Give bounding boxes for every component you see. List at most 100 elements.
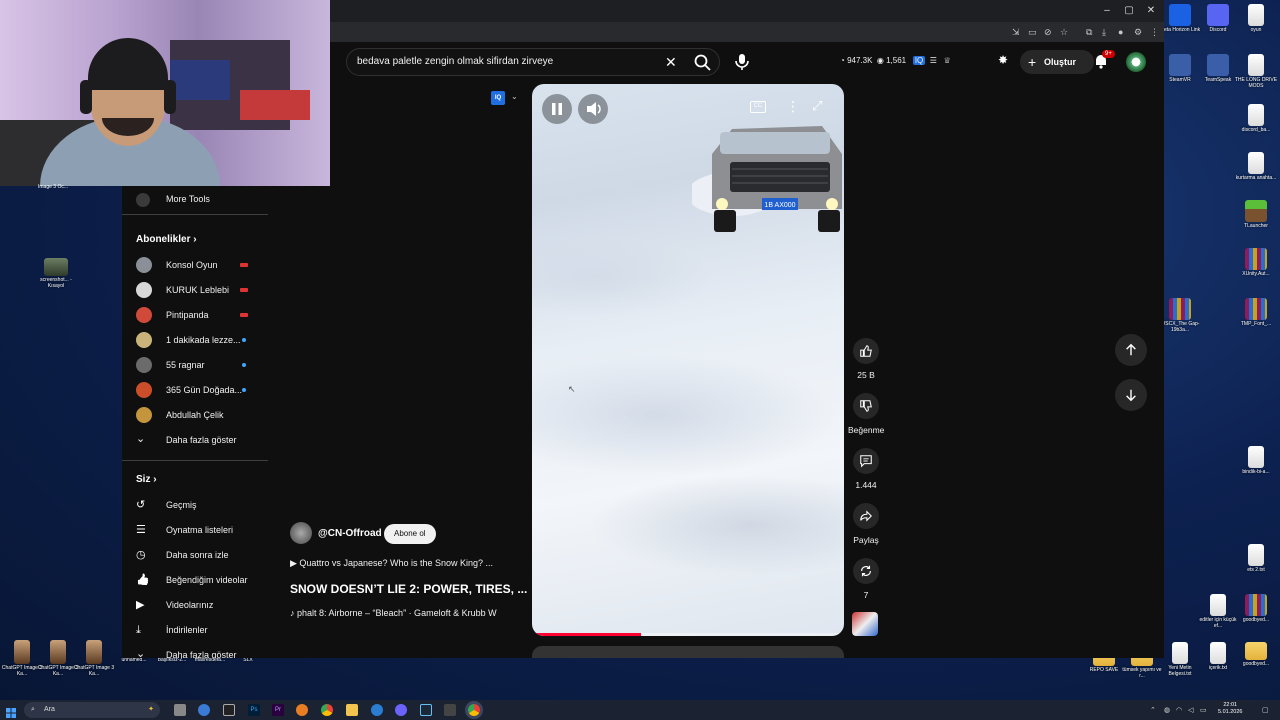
desktop-icon[interactable]: TLauncher xyxy=(1234,200,1278,230)
desktop-icon[interactable]: XUnity.Aut... xyxy=(1234,248,1278,278)
desktop-icon[interactable]: ets 2.txt xyxy=(1234,544,1278,574)
tray-chevron-icon[interactable]: ⌃ xyxy=(1150,706,1156,714)
app-icon[interactable] xyxy=(444,704,456,716)
share-button[interactable] xyxy=(853,503,879,529)
volume-button[interactable] xyxy=(578,94,608,124)
sidebar-item-watch-later[interactable]: ◷ Daha sonra izle xyxy=(136,544,266,566)
firefox-icon[interactable] xyxy=(296,704,308,716)
create-button[interactable]: + Oluştur xyxy=(1020,50,1094,74)
dislike-action[interactable]: Beğenme xyxy=(848,393,884,435)
desktop-icon[interactable]: bindik-bi-a... xyxy=(1234,446,1278,476)
settings-icon[interactable]: ⚙ xyxy=(1134,27,1142,37)
sidebar-item-download[interactable]: ⤓ İndirilenler xyxy=(136,619,266,641)
photoshop-icon[interactable]: Ps xyxy=(248,704,260,716)
remix-button[interactable] xyxy=(853,558,879,584)
desktop-icon[interactable]: kurtarma anahta... xyxy=(1234,152,1278,182)
captions-icon[interactable]: CC xyxy=(750,101,766,113)
search-input[interactable]: bedava paletle zengin olmak sifirdan zir… xyxy=(357,56,553,67)
previous-short-button[interactable] xyxy=(1115,334,1147,366)
channel-name[interactable]: @CN-Offroad xyxy=(318,528,382,539)
subscribe-button[interactable]: Abone ol xyxy=(384,524,436,544)
extension-icon[interactable]: ⇲ xyxy=(1012,27,1020,37)
desktop-icon[interactable]: ChatGPT Image 3 Ka... xyxy=(72,640,116,678)
sidebar-channel-item[interactable]: Konsol Oyun xyxy=(136,254,266,276)
like-action[interactable]: 25 B xyxy=(848,338,884,380)
channel-avatar[interactable] xyxy=(290,522,312,544)
more-options-icon[interactable]: ⋮ xyxy=(786,98,800,114)
you-header[interactable]: Siz › xyxy=(136,474,157,485)
fullscreen-icon[interactable]: ⤢ xyxy=(812,98,822,114)
sidebar-channel-item[interactable]: 1 dakikada lezze... xyxy=(136,329,266,351)
next-short-button[interactable] xyxy=(1115,379,1147,411)
file-explorer-icon[interactable] xyxy=(346,704,358,716)
search-box[interactable]: bedava paletle zengin olmak sifirdan zir… xyxy=(346,48,720,76)
sidebar-item-history[interactable]: ↺ Geçmiş xyxy=(136,494,266,516)
chrome-active-icon[interactable] xyxy=(468,704,480,716)
mic-icon[interactable] xyxy=(730,50,754,74)
battery-icon[interactable]: ▭ xyxy=(1200,706,1207,714)
sidebar-channel-item[interactable]: 365 Gün Doğada... xyxy=(136,379,266,401)
chrome-icon[interactable] xyxy=(321,704,333,716)
minimize-button[interactable]: – xyxy=(1096,4,1118,18)
subscriptions-header[interactable]: Abonelikler › xyxy=(136,234,197,245)
sidebar-item-your-videos[interactable]: ▶ Videolarınız xyxy=(136,594,266,616)
app-icon[interactable] xyxy=(371,704,383,716)
related-video-link[interactable]: ▶ Quattro vs Japanese? Who is the Snow K… xyxy=(290,558,493,569)
tray-app-icon[interactable]: ◍ xyxy=(1164,706,1170,714)
desktop-icon[interactable]: THE LONG DRIVE MODS xyxy=(1234,54,1278,90)
desktop-icon[interactable]: goodbyed... xyxy=(1234,594,1278,624)
shorts-video-player[interactable]: 1B AX000 CC ⋮ ⤢ ↖ xyxy=(532,84,844,636)
sidebar-item-playlists[interactable]: ☰ Oynatma listeleri xyxy=(136,519,266,541)
ai-spark-icon[interactable]: ✸ xyxy=(998,54,1008,66)
edge-icon[interactable] xyxy=(198,704,210,716)
video-title[interactable]: SNOW DOESN’T LIE 2: POWER, TIRES, ... xyxy=(290,582,527,596)
notifications-icon[interactable]: ▢ xyxy=(1262,706,1269,714)
sidebar-channel-item[interactable]: 55 ragnar xyxy=(136,354,266,376)
profile-icon[interactable]: ● xyxy=(1118,27,1123,37)
app-icon[interactable] xyxy=(395,704,407,716)
pause-button[interactable] xyxy=(542,94,572,124)
desktop-icon[interactable]: WSCX_The Gap-19b3a... xyxy=(1158,298,1202,334)
show-more-button-2[interactable]: ⌄ Daha fazla göster xyxy=(136,644,266,658)
steam-icon[interactable] xyxy=(420,704,432,716)
iq-badge-icon[interactable]: IQ xyxy=(491,91,505,105)
cast-icon[interactable]: ▭ xyxy=(1028,27,1037,37)
menu-dots-icon[interactable]: ⋮ xyxy=(1150,27,1159,37)
task-view-icon[interactable] xyxy=(174,704,186,716)
maximize-button[interactable]: ▢ xyxy=(1118,4,1140,18)
chevron-down-icon[interactable]: ⌄ xyxy=(511,92,518,101)
comments-action[interactable]: 1.444 xyxy=(848,448,884,490)
sidebar-channel-item[interactable]: KURUK Leblebi xyxy=(136,279,266,301)
start-icon[interactable] xyxy=(6,705,16,718)
sidebar-channel-item[interactable]: Pintipanda xyxy=(136,304,266,326)
clock[interactable]: 22:01 5.01.2026 xyxy=(1218,702,1242,716)
comments-button[interactable] xyxy=(853,448,879,474)
bookmark-star-icon[interactable]: ☆ xyxy=(1060,27,1068,37)
search-icon[interactable] xyxy=(693,53,713,73)
desktop-icon[interactable]: discord_ba... xyxy=(1234,104,1278,134)
remix-action[interactable]: 7 xyxy=(848,558,884,600)
dislike-button[interactable] xyxy=(853,393,879,419)
sidebar-item-like[interactable]: 👍 Beğendiğim videolar xyxy=(136,569,266,591)
next-short-preview[interactable] xyxy=(532,646,844,658)
eye-off-icon[interactable]: ⊘ xyxy=(1044,27,1052,37)
desktop-icon[interactable]: TMP_Font_... xyxy=(1234,298,1278,328)
desktop-icon[interactable]: screenshot... - Kısayol xyxy=(34,258,78,290)
taskbar-search[interactable]: ⌕ Ara ✦ xyxy=(24,702,160,718)
sidebar-item-more-tools[interactable]: More Tools xyxy=(136,188,266,210)
sidebar-channel-item[interactable]: Abdullah Çelik xyxy=(136,404,266,426)
downloads-icon[interactable]: ⤓ xyxy=(1102,27,1106,37)
extensions-puzzle-icon[interactable]: ⧉ xyxy=(1086,27,1092,37)
music-label[interactable]: ♪ phalt 8: Airborne – “Bleach” · Gamelof… xyxy=(290,608,524,618)
iq-icon[interactable]: IQ xyxy=(912,56,926,65)
share-action[interactable]: Paylaş xyxy=(848,503,884,545)
close-window-button[interactable]: ✕ xyxy=(1140,4,1162,18)
show-more-button[interactable]: ⌄ Daha fazla göster xyxy=(136,429,266,451)
like-button[interactable] xyxy=(853,338,879,364)
volume-icon[interactable]: ◁ xyxy=(1188,706,1193,714)
account-avatar[interactable] xyxy=(1126,52,1146,72)
list-icon[interactable]: ☰ xyxy=(930,56,937,65)
desktop-icon[interactable]: oyun xyxy=(1234,4,1278,34)
clear-search-icon[interactable]: ✕ xyxy=(665,53,677,71)
wifi-icon[interactable]: ◠ xyxy=(1176,706,1182,714)
